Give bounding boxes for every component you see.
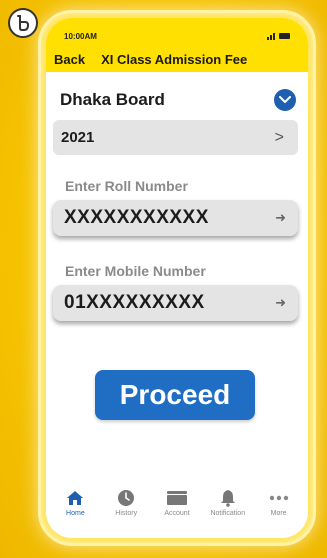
- tab-home[interactable]: Home: [50, 488, 101, 517]
- nav-bar: Back XI Class Admission Fee: [46, 46, 308, 72]
- brand-logo: [8, 8, 38, 38]
- tab-account-label: Account: [164, 510, 190, 517]
- chevron-down-icon: [279, 96, 291, 103]
- tab-history[interactable]: History: [101, 488, 152, 517]
- year-value: 2021: [61, 129, 95, 146]
- tab-more[interactable]: More: [253, 488, 304, 517]
- bottom-tab-bar: Home History Account Notification More: [46, 488, 308, 528]
- mobile-number-field[interactable]: 01XXXXXXXXX ➜: [53, 285, 298, 321]
- wallet-icon: [166, 488, 188, 508]
- clock-icon: [115, 488, 137, 508]
- home-icon: [64, 488, 86, 508]
- status-icons: [267, 32, 290, 40]
- status-bar: 10:00AM: [46, 18, 308, 46]
- brand-logo-icon: [17, 15, 30, 31]
- arrow-right-icon: ➜: [275, 295, 286, 310]
- signal-icon: [267, 32, 275, 40]
- mobile-number-value: 01XXXXXXXXX: [64, 292, 205, 313]
- status-time: 10:00AM: [64, 31, 97, 41]
- more-icon: [268, 488, 290, 508]
- roll-number-value: XXXXXXXXXXX: [64, 207, 209, 228]
- tab-notification[interactable]: Notification: [202, 488, 253, 517]
- chevron-right-icon: >: [274, 128, 284, 146]
- tab-notification-label: Notification: [210, 510, 246, 517]
- proceed-button[interactable]: Proceed: [95, 370, 255, 420]
- year-selector[interactable]: 2021 >: [53, 120, 298, 155]
- board-dropdown-button[interactable]: [274, 89, 296, 111]
- phone-screen: 10:00AM Back XI Class Admission Fee Dhak…: [46, 18, 308, 538]
- page-title: XI Class Admission Fee: [101, 51, 248, 67]
- mobile-number-label: Enter Mobile Number: [65, 263, 206, 279]
- battery-icon: [279, 33, 290, 39]
- roll-number-label: Enter Roll Number: [65, 178, 188, 194]
- bell-icon: [217, 488, 239, 508]
- arrow-right-icon: ➜: [275, 210, 286, 225]
- tab-home-label: Home: [66, 510, 85, 517]
- tab-more-label: More: [270, 510, 287, 517]
- roll-number-field[interactable]: XXXXXXXXXXX ➜: [53, 200, 298, 236]
- tab-history-label: History: [115, 510, 138, 517]
- tab-account[interactable]: Account: [152, 488, 203, 517]
- board-selector[interactable]: Dhaka Board: [60, 88, 296, 112]
- back-button[interactable]: Back: [54, 52, 85, 67]
- board-label: Dhaka Board: [60, 90, 165, 109]
